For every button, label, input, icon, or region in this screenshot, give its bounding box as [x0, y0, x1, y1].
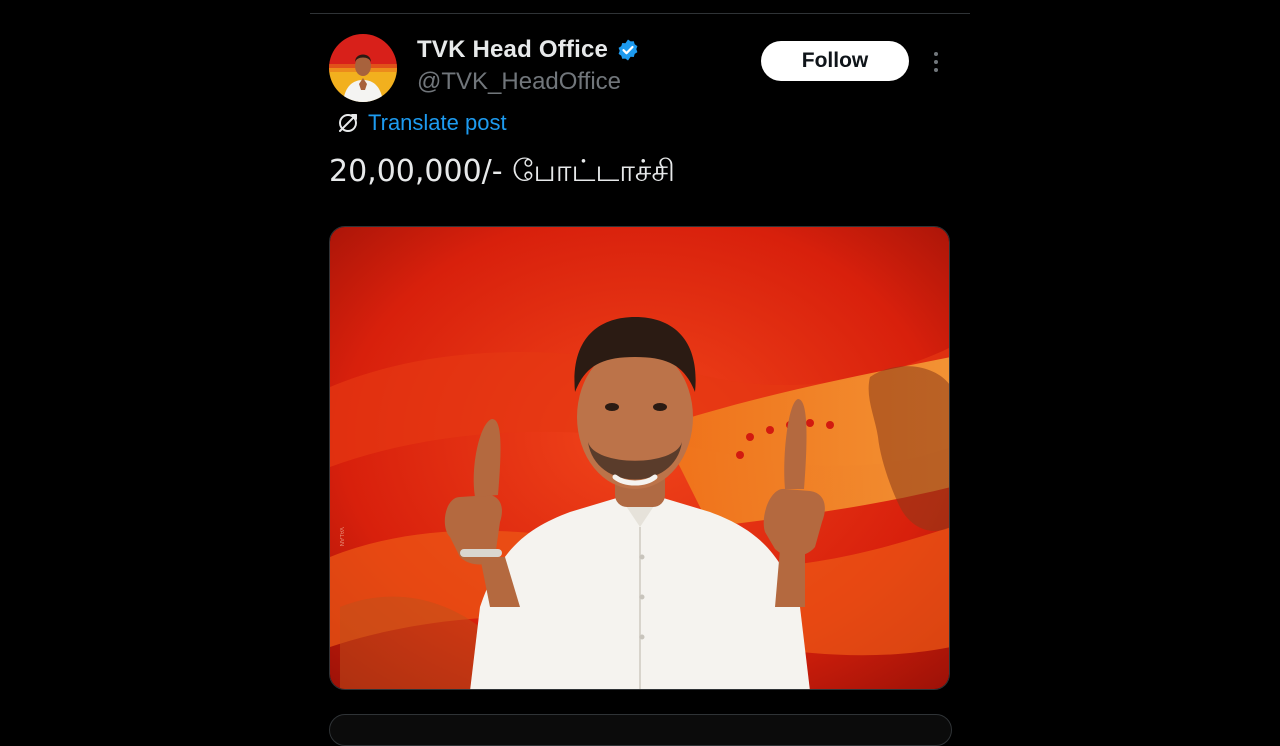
author-name-row[interactable]: TVK Head Office: [417, 36, 640, 64]
post-media-image[interactable]: VALAN: [329, 226, 950, 690]
more-vertical-icon[interactable]: [928, 50, 944, 74]
translate-icon: [336, 111, 360, 135]
post[interactable]: TVK Head Office @TVK_HeadOffice Follow T…: [310, 14, 970, 746]
follow-button[interactable]: Follow: [761, 41, 909, 81]
next-post-preview[interactable]: [329, 714, 952, 746]
translate-post-label[interactable]: Translate post: [368, 110, 507, 136]
author-display-name[interactable]: TVK Head Office: [417, 36, 608, 64]
profile-avatar[interactable]: [329, 34, 397, 102]
author-handle[interactable]: @TVK_HeadOffice: [417, 68, 621, 96]
post-text: 20,00,000/- போட்டாச்சி: [329, 154, 675, 189]
watermark-text: VALAN: [338, 527, 344, 546]
verified-badge-icon: [616, 38, 640, 62]
translate-post-link[interactable]: Translate post: [336, 110, 507, 136]
